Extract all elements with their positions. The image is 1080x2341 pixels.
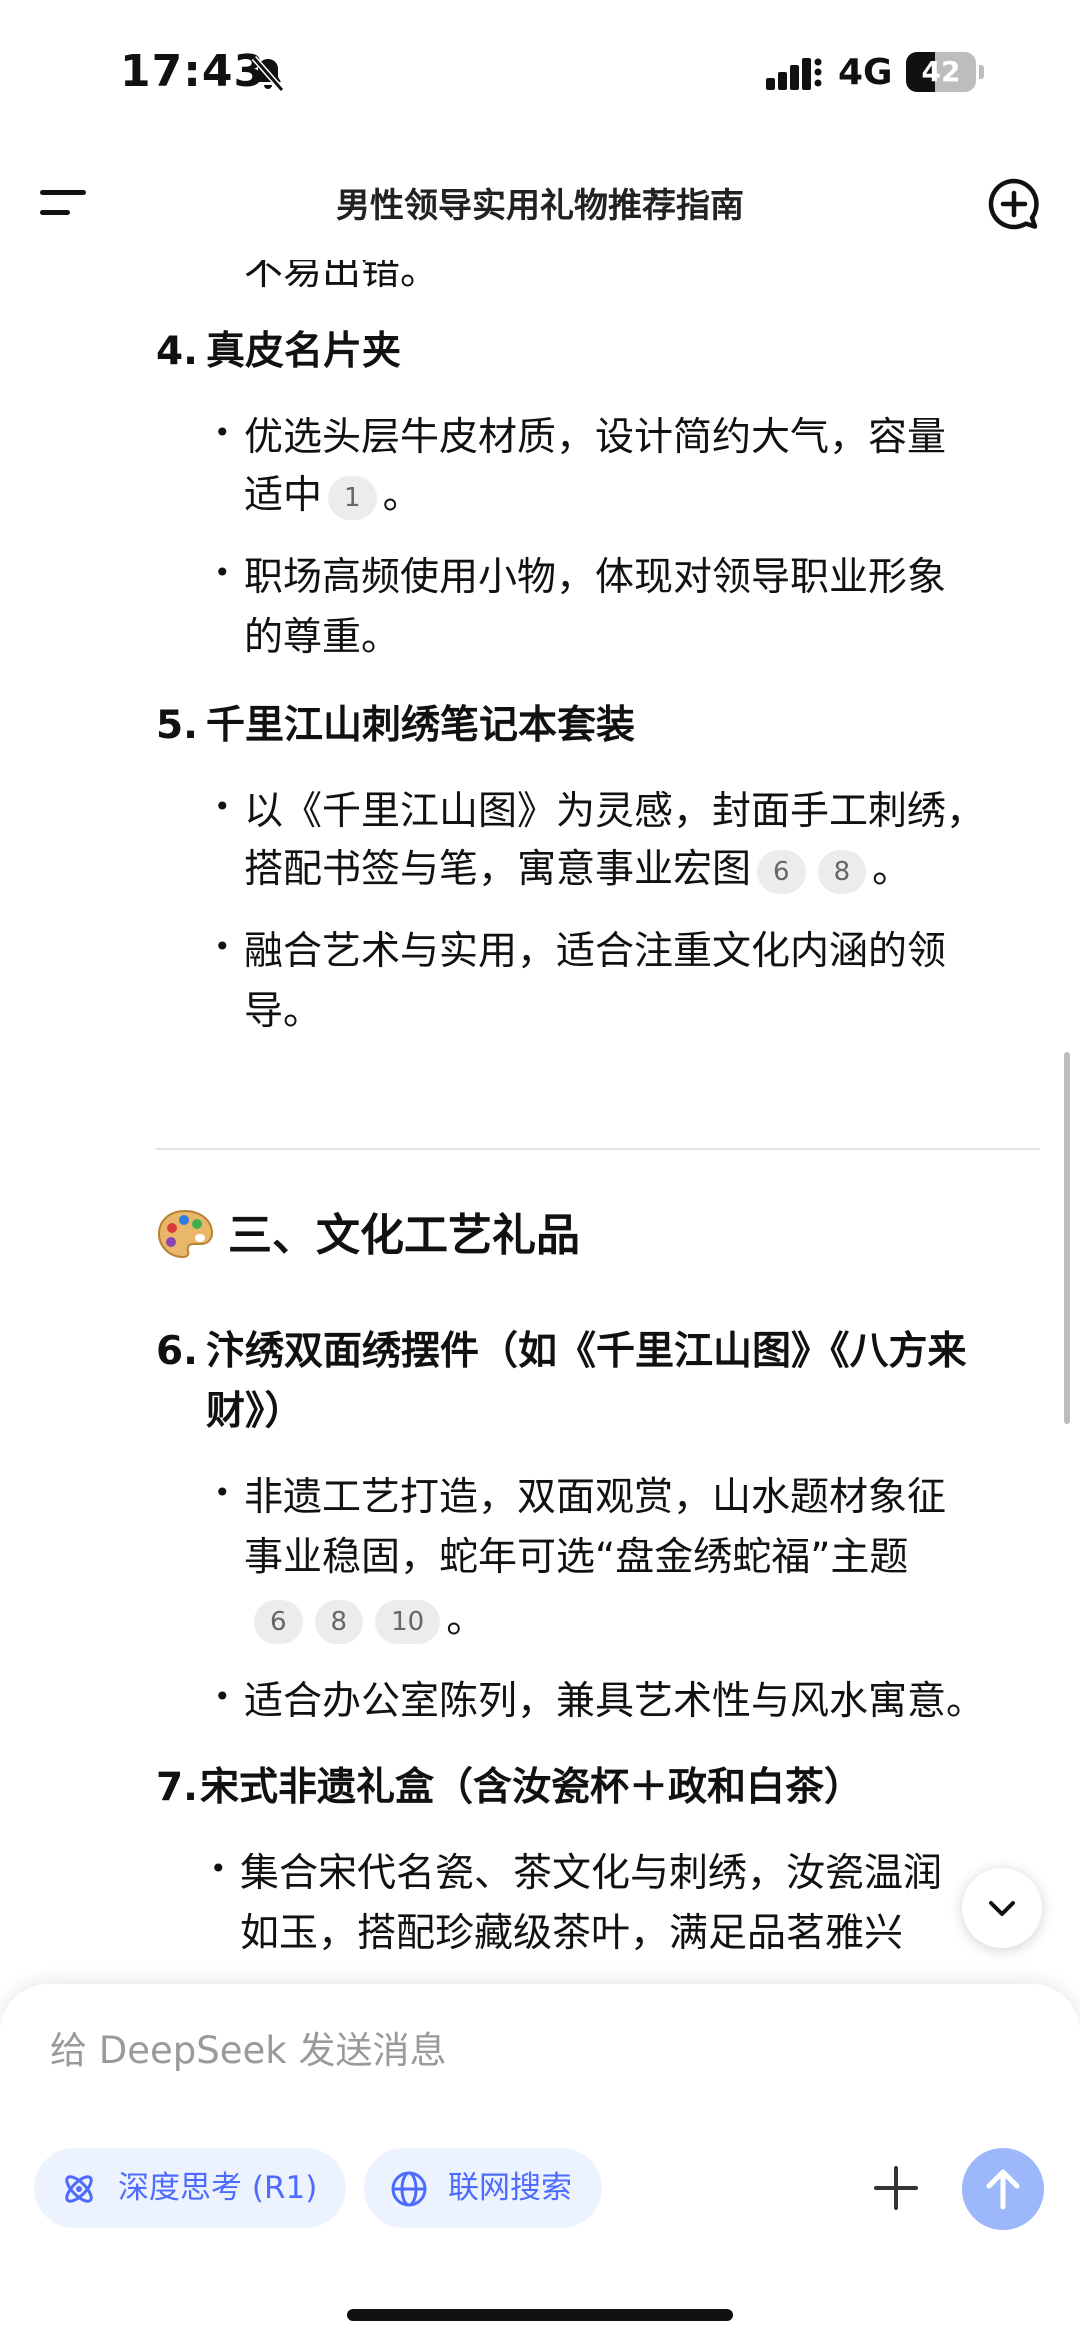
citation-badge[interactable]: 6 [254,1599,303,1644]
punctuation: 。 [872,847,912,892]
bullet-text: 以《千里江山图》为灵感，封面手工刺绣， [244,789,986,834]
list-item-number: 6. [156,1329,198,1374]
palette-icon [157,1209,214,1259]
message-input[interactable]: 给 DeepSeek 发送消息 [50,2020,446,2074]
battery-icon: 42 [906,52,984,92]
bullet-dot: • [214,416,231,449]
new-chat-icon[interactable] [986,176,1042,232]
page-title: 男性领导实用礼物推荐指南 [336,186,744,226]
section-heading: 三、文化工艺礼品 [156,1206,580,1266]
bullet-text: 6 8 10。 [244,1590,485,1650]
bullet-dot: • [214,556,231,589]
bullet-text: 搭配书签与笔，寓意事业宏图 6 8。 [244,840,911,900]
bullet-text: 适中 1。 [244,466,422,526]
bullet-text: 优选头层牛皮材质，设计简约大气，容量 [244,415,947,460]
menu-icon[interactable] [40,184,86,224]
list-item-number: 4. [156,329,198,374]
atom-icon [65,2175,93,2203]
bullet-dot: • [214,1680,231,1713]
scroll-to-bottom-button[interactable] [962,1868,1042,1948]
bullet-text: 融合艺术与实用，适合注重文化内涵的领 [244,929,947,974]
bullet-text: 职场高频使用小物，体现对领导职业形象 [244,555,947,600]
citation-badge[interactable]: 10 [375,1599,441,1644]
bullet-dot: • [210,1852,227,1885]
network-type: 4G [838,52,893,93]
punctuation: 。 [382,473,422,518]
battery-level: 42 [921,55,961,88]
cellular-signal-icon [766,58,822,90]
nav-bar: 男性领导实用礼物推荐指南 [0,150,1080,260]
list-item-title: 汴绣双面绣摆件（如《千里江山图》《八方来 [206,1329,967,1374]
chevron-down-icon [989,1901,1015,1916]
deep-think-label: 深度思考 (R1) [118,2170,318,2206]
list-item-number: 7. [156,1765,198,1810]
bullet-text: 事业稳固，蛇年可选“盘金绣蛇福”主题 [244,1535,909,1580]
deep-think-button[interactable]: 深度思考 (R1) [34,2148,346,2228]
section-divider [156,1148,1040,1150]
citation-badge[interactable]: 8 [314,1599,364,1644]
citation-badge[interactable]: 8 [817,849,867,894]
globe-icon [391,2171,427,2207]
bell-muted-icon [251,56,285,92]
plus-icon[interactable] [872,2164,920,2212]
scrollbar[interactable] [1064,1052,1070,1424]
list-item-title: 宋式非遗礼盒（含汝瓷杯＋政和白茶） [200,1765,864,1810]
punctuation: 。 [446,1597,486,1642]
bullet-text: 的尊重。 [244,615,401,660]
bullet-text-line: 适中 [244,473,323,518]
bullet-text: 导。 [244,989,323,1034]
bullet-dot: • [214,790,231,823]
bullet-text: 集合宋代名瓷、茶文化与刺绣，汝瓷温润 [240,1851,943,1896]
arrow-up-icon [986,2169,1020,2210]
web-search-button[interactable]: 联网搜索 [364,2148,602,2228]
bullet-text-line: 搭配书签与笔，寓意事业宏图 [244,847,752,892]
web-search-label: 联网搜索 [448,2170,572,2206]
message-composer: 给 DeepSeek 发送消息 深度思考 (R1) 联网搜索 [0,1984,1080,2341]
bullet-text: 如玉，搭配珍藏级茶叶，满足品茗雅兴 [240,1911,904,1956]
home-indicator [347,2309,733,2321]
bullet-text: 非遗工艺打造，双面观赏，山水题材象征 [244,1475,947,1520]
bullet-text: 适合办公室陈列，兼具艺术性与风水寓意。 [244,1679,986,1724]
list-item-title: 真皮名片夹 [206,329,402,374]
status-time: 17:43 [120,46,266,97]
list-item-title: 千里江山刺绣笔记本套装 [206,703,636,748]
bullet-dot: • [214,1476,231,1509]
list-item-title: 财》） [206,1389,304,1434]
list-item-number: 5. [156,703,198,748]
section-title: 三、文化工艺礼品 [228,1210,580,1261]
citation-badge[interactable]: 1 [328,475,377,520]
citation-badge[interactable]: 6 [757,849,806,894]
status-bar: 17:43 4G 42 [0,0,1080,150]
bullet-dot: • [214,930,231,963]
send-button[interactable] [962,2148,1044,2230]
